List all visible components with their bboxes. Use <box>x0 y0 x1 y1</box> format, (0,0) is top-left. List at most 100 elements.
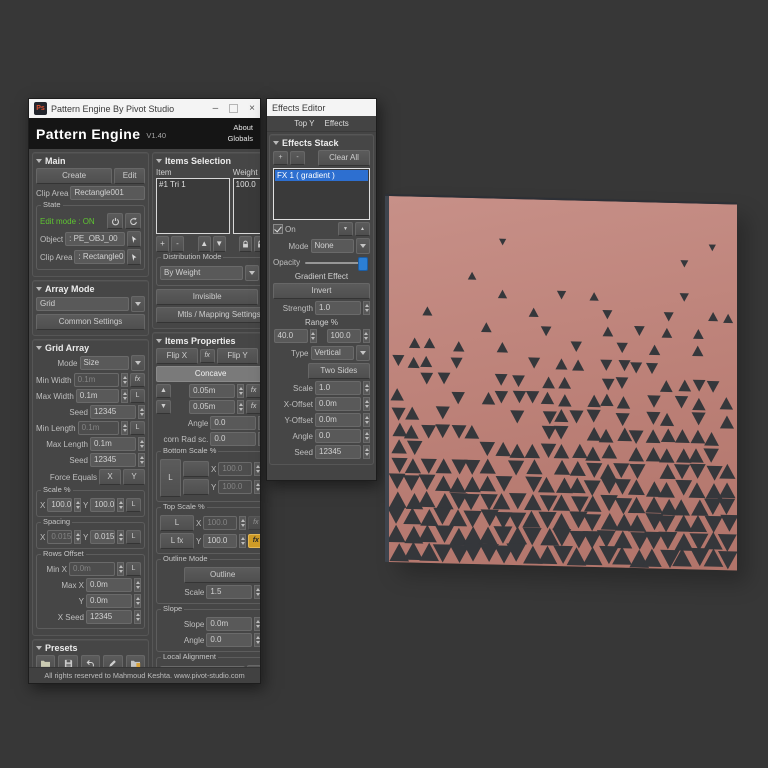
spinner-control[interactable] <box>237 384 245 398</box>
link-button[interactable]: L <box>130 421 145 435</box>
up-arrow-button[interactable]: ▲ <box>156 384 171 398</box>
weight-listbox[interactable]: 100.0 <box>232 178 260 234</box>
effect-list-item[interactable]: FX 1 ( gradient ) <box>275 170 368 181</box>
create-button[interactable]: Create <box>36 168 113 184</box>
section-header-items-properties[interactable]: Items Properties <box>156 336 260 346</box>
folder-button[interactable] <box>36 655 56 667</box>
section-header-array-mode[interactable]: Array Mode <box>36 284 145 294</box>
value-field[interactable]: 12345 <box>90 453 136 467</box>
spinner-control[interactable] <box>254 462 260 476</box>
viewport-pattern-plane[interactable] <box>389 196 737 571</box>
unlock-button[interactable] <box>254 236 260 252</box>
force-equals-y-button[interactable]: Y <box>123 469 145 485</box>
fx-button[interactable]: fx <box>248 534 260 548</box>
minimize-button[interactable]: – <box>213 103 219 114</box>
spinner-control[interactable] <box>362 329 370 343</box>
section-header-grid-array[interactable]: Grid Array <box>36 343 145 353</box>
value-field[interactable]: 0.0m <box>315 397 361 411</box>
value-field[interactable]: 1.0 <box>315 301 361 315</box>
spinner-control[interactable] <box>254 633 260 647</box>
value-field[interactable]: 0.015m <box>90 530 115 544</box>
spinner-control[interactable] <box>258 416 260 430</box>
fx-button[interactable]: fx <box>248 516 260 530</box>
value-field[interactable]: None <box>310 239 354 253</box>
add-item-button[interactable]: + <box>156 236 169 252</box>
move-effect-up-button[interactable]: ▲ <box>355 222 370 236</box>
value-field[interactable]: 0.0m <box>86 594 132 608</box>
tab-top-y[interactable]: Top Y <box>294 119 314 128</box>
force-equals-x-button[interactable]: X <box>99 469 121 485</box>
dropdown-arrow-button[interactable] <box>356 238 370 254</box>
value-field[interactable]: 0.0 <box>206 633 253 647</box>
value-field[interactable]: Vertical <box>310 346 354 360</box>
close-button[interactable]: × <box>249 103 255 114</box>
move-effect-down-button[interactable]: ▼ <box>338 222 353 236</box>
pen-button[interactable] <box>103 655 123 667</box>
dropdown-arrow-button[interactable] <box>131 355 145 371</box>
opacity-slider-handle[interactable] <box>358 256 368 271</box>
lock-button[interactable] <box>239 236 253 252</box>
spinner-control[interactable] <box>254 617 260 631</box>
value-field[interactable]: 0.0m <box>206 617 253 631</box>
import-button[interactable] <box>125 655 146 667</box>
value-field[interactable]: 0.0 <box>210 416 257 430</box>
effects-listbox[interactable]: FX 1 ( gradient ) <box>273 168 370 220</box>
dropdown-arrow-button[interactable] <box>356 345 370 361</box>
value-field[interactable]: 12345 <box>86 610 132 624</box>
spinner-control[interactable] <box>258 432 260 446</box>
globals-link[interactable]: Globals <box>228 134 253 145</box>
mtls-mapping-settings-button[interactable]: Mtls / Mapping Settings <box>156 307 260 323</box>
value-field[interactable]: 100.0 <box>203 516 238 530</box>
value-field[interactable]: 0.015m <box>47 530 72 544</box>
pick-object-button[interactable] <box>127 249 141 265</box>
refresh-button[interactable] <box>125 213 141 229</box>
dropdown-arrow-button[interactable] <box>131 296 145 312</box>
flip-x-button[interactable]: Flip X <box>156 348 198 364</box>
value-field[interactable]: 100.0 <box>203 534 238 548</box>
value-field[interactable]: 100.0 <box>326 329 361 343</box>
concave-button[interactable]: Concave <box>156 366 260 382</box>
value-field[interactable]: 100.0 <box>218 480 253 494</box>
tab-effects[interactable]: Effects <box>325 119 349 128</box>
opacity-slider[interactable] <box>305 256 368 271</box>
spinner-control[interactable] <box>117 562 124 576</box>
move-up-button[interactable]: ▲ <box>197 236 211 252</box>
spinner-control[interactable] <box>239 516 247 530</box>
dropdown-arrow-button[interactable] <box>245 265 260 281</box>
spinner-control[interactable] <box>138 437 145 451</box>
spinner-control[interactable] <box>363 445 370 459</box>
lock-y-button[interactable]: L fx <box>160 533 194 549</box>
fx-button[interactable]: fx <box>199 349 215 363</box>
spinner-control[interactable] <box>309 329 317 343</box>
spinner-control[interactable] <box>237 400 245 414</box>
spinner-control[interactable] <box>121 389 128 403</box>
item-listbox[interactable]: #1 Tri 1 <box>156 178 230 234</box>
power-button[interactable] <box>107 213 123 229</box>
value-field[interactable]: 100.0 <box>90 498 115 512</box>
lock-xy-button[interactable]: L <box>160 459 181 497</box>
list-item[interactable]: #1 Tri 1 <box>159 180 227 189</box>
section-header-items-selection[interactable]: Items Selection <box>156 156 260 166</box>
spinner-control[interactable] <box>254 480 260 494</box>
value-field[interactable]: 0.1m <box>75 389 119 403</box>
spinner-control[interactable] <box>138 405 145 419</box>
fx-button[interactable]: fx <box>246 400 260 414</box>
value-field[interactable]: 0.1m <box>73 373 119 387</box>
fx-button[interactable]: fx <box>130 373 145 387</box>
spinner-control[interactable] <box>121 421 128 435</box>
value-field[interactable]: : Rectangle0 <box>74 250 125 264</box>
lock-x-button[interactable]: L <box>160 515 194 531</box>
value-field[interactable]: 0.0m <box>315 413 361 427</box>
spinner-control[interactable] <box>121 373 128 387</box>
remove-item-button[interactable]: - <box>171 236 184 252</box>
value-field[interactable]: 1.0 <box>315 381 361 395</box>
spinner-control[interactable] <box>239 534 247 548</box>
section-header-presets[interactable]: Presets <box>36 643 145 653</box>
preset-blank-button[interactable] <box>183 461 209 477</box>
spinner-control[interactable] <box>117 530 124 544</box>
link-button[interactable]: L <box>126 562 141 576</box>
pick-object-button[interactable] <box>127 231 141 247</box>
spinner-control[interactable] <box>138 453 145 467</box>
link-button[interactable]: L <box>126 530 141 544</box>
spinner-control[interactable] <box>363 381 370 395</box>
